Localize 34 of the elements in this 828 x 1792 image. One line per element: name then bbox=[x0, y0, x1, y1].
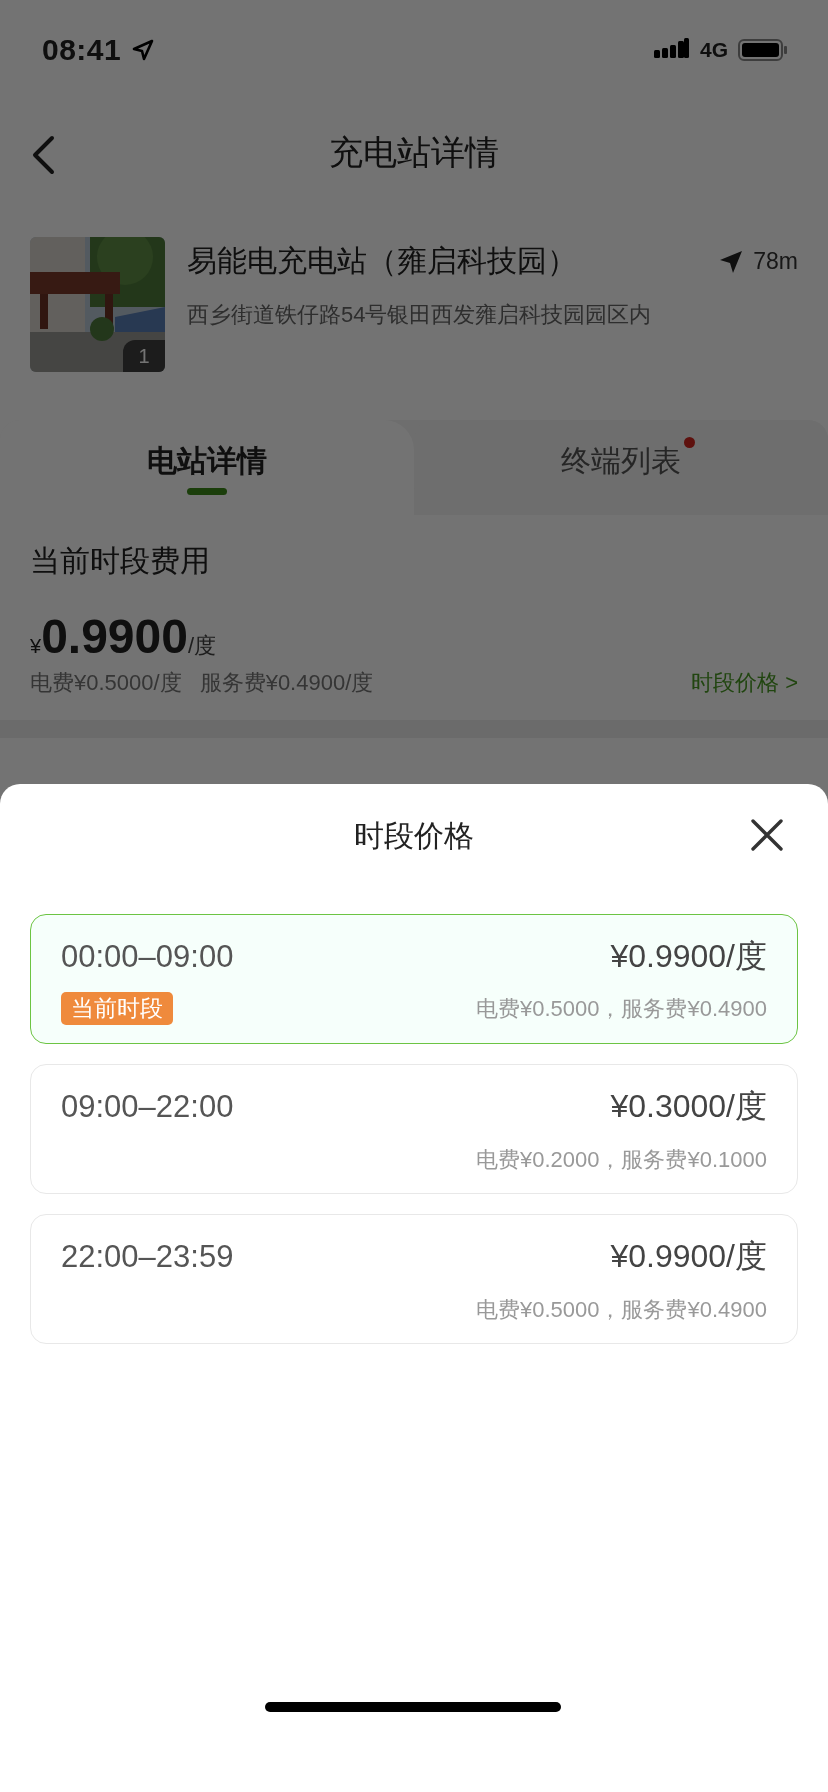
tab[interactable]: 电站详情 bbox=[0, 420, 414, 515]
fee-breakdown: 电费¥0.5000，服务费¥0.4900 bbox=[475, 994, 767, 1023]
tab-indicator bbox=[187, 487, 227, 495]
price-period-card[interactable]: 00:00–09:00 ¥0.9900/度 当前时段 电费¥0.5000，服务费¥0.4900 bbox=[30, 914, 798, 1044]
station-name: 易能电充电站（雍启科技园） bbox=[187, 243, 577, 279]
distance-label: 78m bbox=[753, 248, 798, 275]
fee-breakdown: 服务费¥0.4900/度 bbox=[199, 669, 374, 697]
location-arrow-icon bbox=[719, 249, 744, 274]
fee-breakdown: 电费¥0.2000，服务费¥0.1000 bbox=[475, 1146, 767, 1174]
period-price: ¥0.3000/度 bbox=[610, 1087, 767, 1126]
time-range: 09:00–22:00 bbox=[61, 1089, 234, 1125]
close-icon bbox=[750, 818, 784, 852]
page-title: 充电站详情 bbox=[329, 131, 499, 173]
back-icon[interactable] bbox=[30, 135, 56, 175]
photo-count: 1 bbox=[123, 340, 165, 372]
price-unit: /度 bbox=[187, 633, 217, 660]
period-price: ¥0.9900/度 bbox=[610, 937, 767, 976]
time-range: 22:00–23:59 bbox=[61, 1239, 234, 1275]
time-range: 00:00–09:00 bbox=[61, 939, 234, 975]
current-period-tag: 当前时段 bbox=[61, 992, 173, 1025]
network-label: 4G bbox=[700, 38, 728, 62]
period-price: ¥0.9900/度 bbox=[610, 1237, 767, 1276]
fee-breakdown: 电费¥0.5000，服务费¥0.4900 bbox=[475, 1296, 767, 1324]
clock-time: 08:41 bbox=[42, 33, 122, 67]
section-title: 当前时段费用 bbox=[30, 543, 211, 579]
currency-sign: ¥ bbox=[30, 635, 42, 658]
fee-breakdown: 电费¥0.5000/度 bbox=[30, 669, 182, 697]
sheet-title: 时段价格 bbox=[354, 817, 474, 854]
station-address: 西乡街道铁仔路54号银田西发雍启科技园园区内 bbox=[187, 301, 653, 329]
price-period-card[interactable]: 22:00–23:59 ¥0.9900/度 电费¥0.5000，服务费¥0.4900 bbox=[30, 1214, 798, 1344]
location-arrow-icon bbox=[131, 38, 156, 62]
price-period-card[interactable]: 09:00–22:00 ¥0.3000/度 电费¥0.2000，服务费¥0.1000 bbox=[30, 1064, 798, 1194]
price-value: 0.9900 bbox=[41, 612, 188, 662]
battery-icon bbox=[738, 38, 788, 62]
